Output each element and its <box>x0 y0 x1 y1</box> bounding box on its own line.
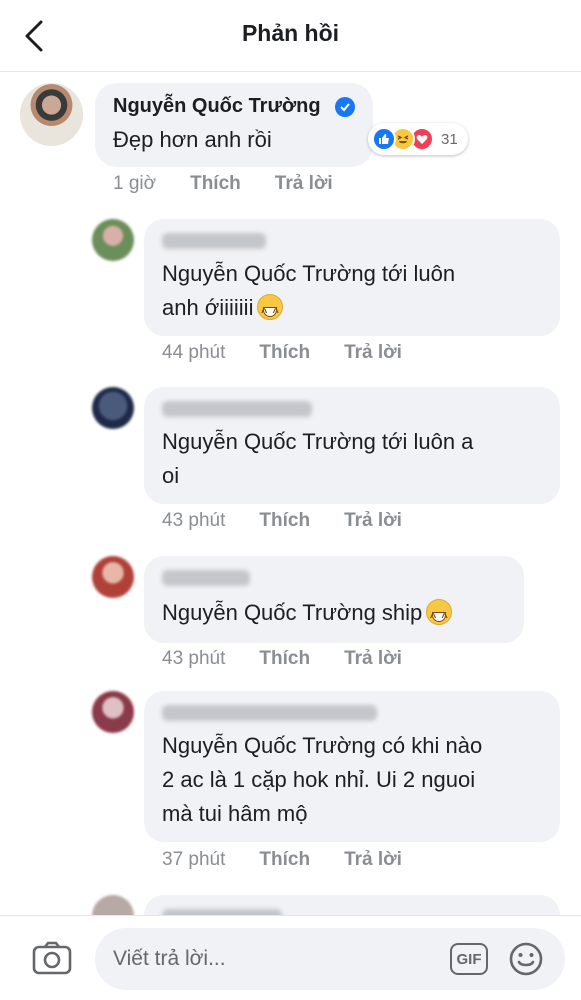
like-reaction-icon <box>372 127 396 151</box>
grin-emoji-icon <box>257 294 284 330</box>
comment-thread: Nguyễn Quốc Trường Đẹp hơn anh rồi 31 1 … <box>0 73 581 915</box>
reply-avatar[interactable] <box>92 895 134 915</box>
reply-link[interactable]: Trả lời <box>344 510 402 532</box>
reply-input-placeholder: Viết trả lời... <box>113 947 226 970</box>
reply-bubble[interactable]: Nguyễn Quốc Trường có khi nào 2 ac là 1 … <box>144 691 560 842</box>
like-link[interactable]: Thích <box>259 648 310 670</box>
emoji-icon <box>509 942 543 976</box>
gif-button[interactable]: GIF <box>450 943 488 975</box>
main-comment-bubble[interactable]: Nguyễn Quốc Trường Đẹp hơn anh rồi <box>95 83 373 167</box>
reply-link[interactable]: Trả lời <box>344 648 402 670</box>
blurred-author-name <box>162 705 377 721</box>
reply-avatar[interactable] <box>92 556 134 598</box>
reply-link[interactable]: Trả lời <box>344 849 402 871</box>
reply-text: Nguyễn Quốc Trường tới luôn a oi <box>162 429 474 488</box>
main-comment-text: Đẹp hơn anh rồi <box>113 127 272 152</box>
reply-meta: 44 phút Thích Trả lời <box>162 342 436 364</box>
reply-bubble[interactable] <box>144 895 560 915</box>
blurred-author-name <box>162 570 250 586</box>
main-comment-author[interactable]: Nguyễn Quốc Trường <box>113 95 321 118</box>
camera-button[interactable] <box>30 936 74 980</box>
verified-badge-icon <box>335 97 355 117</box>
reaction-summary[interactable]: 31 <box>368 123 468 155</box>
reply-bubble[interactable]: Nguyễn Quốc Trường tới luôn a oi <box>144 387 560 504</box>
camera-icon <box>32 941 72 975</box>
header-bar: Phản hồi <box>0 0 581 72</box>
reply-meta: 43 phút Thích Trả lời <box>162 648 436 670</box>
reply-text: Nguyễn Quốc Trường ship <box>162 596 453 635</box>
reply-composer: Viết trả lời... GIF <box>0 915 581 1000</box>
page-title: Phản hồi <box>241 20 340 46</box>
like-link[interactable]: Thích <box>190 173 241 195</box>
reply-avatar[interactable] <box>92 691 134 733</box>
like-link[interactable]: Thích <box>259 510 310 532</box>
like-link[interactable]: Thích <box>259 849 310 871</box>
comment-time: 37 phút <box>162 849 226 870</box>
reply-text: Nguyễn Quốc Trường có khi nào 2 ac là 1 … <box>162 733 483 826</box>
reaction-count: 31 <box>441 130 458 148</box>
comment-time: 43 phút <box>162 648 226 669</box>
reply-link[interactable]: Trả lời <box>275 173 333 195</box>
comment-time: 44 phút <box>162 342 226 363</box>
reply-meta: 43 phút Thích Trả lời <box>162 510 436 532</box>
like-link[interactable]: Thích <box>259 342 310 364</box>
emoji-button[interactable] <box>505 938 547 980</box>
reply-input[interactable]: Viết trả lời... GIF <box>95 928 565 990</box>
blurred-author-name <box>162 233 266 249</box>
reply-avatar[interactable] <box>92 219 134 261</box>
comment-time: 43 phút <box>162 510 226 531</box>
gif-icon: GIF <box>456 950 482 968</box>
reply-bubble[interactable]: Nguyễn Quốc Trường ship <box>144 556 524 643</box>
reply-meta: 37 phút Thích Trả lời <box>162 849 436 871</box>
blurred-author-name <box>162 401 312 417</box>
main-comment-meta: 1 giờ Thích Trả lời <box>113 173 367 195</box>
reply-avatar[interactable] <box>92 387 134 429</box>
comment-time: 1 giờ <box>113 173 157 194</box>
reply-link[interactable]: Trả lời <box>344 342 402 364</box>
reply-bubble[interactable]: Nguyễn Quốc Trường tới luôn anh ớiiiiiii <box>144 219 560 336</box>
reply-text: Nguyễn Quốc Trường tới luôn anh ớiiiiiii <box>162 257 455 330</box>
main-comment-avatar[interactable] <box>20 83 83 146</box>
grin-emoji-icon <box>426 599 453 635</box>
